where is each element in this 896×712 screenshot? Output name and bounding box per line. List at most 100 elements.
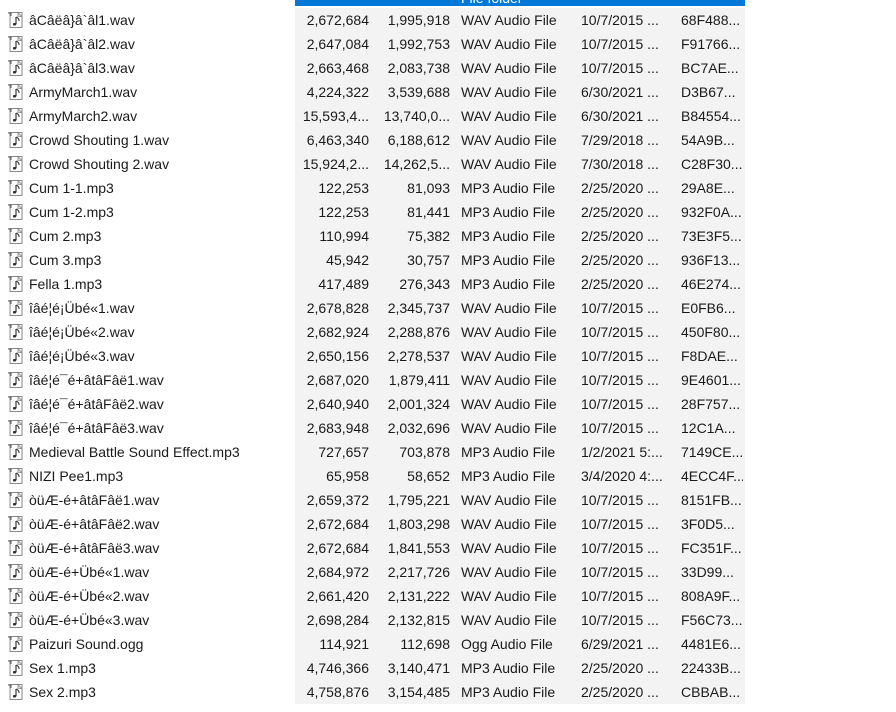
file-size: 727,657 — [318, 444, 369, 460]
file-hash: 7149CE... — [681, 444, 743, 460]
audio-file-icon — [7, 299, 25, 317]
file-size: 2,683,948 — [306, 420, 369, 436]
file-row[interactable]: òüÆ-é+âtâFâë2.wav 2,672,684 1,803,298 WAV A… — [0, 512, 745, 536]
file-row[interactable]: òüÆ-é+âtâFâë3.wav 2,672,684 1,841,553 WAV A… — [0, 536, 745, 560]
file-hash: 33D99... — [681, 564, 734, 580]
file-name[interactable]: âCâëâ}â`âl1.wav — [29, 11, 135, 29]
file-size: 122,253 — [318, 204, 369, 220]
file-type: WAV Audio File — [461, 84, 557, 100]
file-name[interactable]: Crowd Shouting 1.wav — [29, 131, 169, 149]
file-value: 1,803,298 — [387, 516, 450, 532]
file-row[interactable]: Cum 2.mp3 110,994 75,382 MP3 Audio File 2/25… — [0, 224, 745, 248]
name-cell: Cum 2.mp3 — [0, 224, 295, 248]
file-date: 10/7/2015 ... — [581, 300, 659, 316]
file-row[interactable]: ArmyMarch1.wav 4,224,322 3,539,688 WAV Audi… — [0, 80, 745, 104]
file-row[interactable]: Crowd Shouting 1.wav 6,463,340 6,188,612 WA… — [0, 128, 745, 152]
file-type: MP3 Audio File — [461, 684, 556, 700]
audio-file-icon — [7, 11, 25, 29]
file-type: WAV Audio File — [461, 612, 557, 628]
name-cell: òüÆ-é+Übé«1.wav — [0, 560, 295, 584]
file-row[interactable]: âCâëâ}â`âl3.wav 2,663,468 2,083,738 WAV Aud… — [0, 56, 745, 80]
file-name[interactable]: îâé¦é¡Übé«1.wav — [29, 299, 135, 317]
file-date: 10/7/2015 ... — [581, 564, 659, 580]
file-name[interactable]: Cum 1-1.mp3 — [29, 179, 114, 197]
file-name[interactable]: âCâëâ}â`âl2.wav — [29, 35, 135, 53]
file-row[interactable]: Medieval Battle Sound Effect.mp3 727,657 7… — [0, 440, 745, 464]
file-row[interactable]: òüÆ-é+Übé«1.wav 2,684,972 2,217,726 WAV Aud… — [0, 560, 745, 584]
file-row[interactable]: îâé¦é¡Übé«1.wav 2,678,828 2,345,737 WAV Aud… — [0, 296, 745, 320]
file-list: File folder âCâëâ}â`âl1.wav 2,672,684 1,99… — [0, 0, 745, 712]
file-name[interactable]: òüÆ-é+âtâFâë2.wav — [29, 515, 159, 533]
file-hash: 932F0A... — [681, 204, 742, 220]
file-row[interactable]: òüÆ-é+Übé«3.wav 2,698,284 2,132,815 WAV Aud… — [0, 608, 745, 632]
file-type: WAV Audio File — [461, 396, 557, 412]
file-date: 10/7/2015 ... — [581, 60, 659, 76]
file-name[interactable]: îâé¦é¯é+âtâFâë3.wav — [29, 419, 164, 437]
name-cell: òüÆ-é+Übé«2.wav — [0, 584, 295, 608]
file-name[interactable]: Cum 2.mp3 — [29, 227, 101, 245]
file-row[interactable]: Cum 3.mp3 45,942 30,757 MP3 Audio File 2/25/… — [0, 248, 745, 272]
file-row[interactable]: òüÆ-é+âtâFâë1.wav 2,659,372 1,795,221 WAV A… — [0, 488, 745, 512]
file-name[interactable]: îâé¦é¡Übé«3.wav — [29, 347, 135, 365]
file-name[interactable]: Cum 1-2.mp3 — [29, 203, 114, 221]
file-row[interactable]: Cum 1-1.mp3 122,253 81,093 MP3 Audio File 2/… — [0, 176, 745, 200]
audio-file-icon — [7, 371, 25, 389]
selected-row[interactable]: File folder — [295, 0, 745, 6]
file-row[interactable]: îâé¦é¯é+âtâFâë3.wav 2,683,948 2,032,696 WAV… — [0, 416, 745, 440]
file-date: 7/30/2018 ... — [581, 156, 659, 172]
file-name[interactable]: ArmyMarch1.wav — [29, 83, 137, 101]
file-name[interactable]: Sex 1.mp3 — [29, 659, 96, 677]
file-size: 2,659,372 — [306, 492, 369, 508]
file-name[interactable]: NIZI Pee1.mp3 — [29, 467, 123, 485]
file-name[interactable]: ArmyMarch2.wav — [29, 107, 137, 125]
file-name[interactable]: îâé¦é¯é+âtâFâë2.wav — [29, 395, 164, 413]
file-size: 15,593,4... — [302, 108, 369, 124]
file-row[interactable]: îâé¦é¡Übé«2.wav 2,682,924 2,288,876 WAV Aud… — [0, 320, 745, 344]
file-row[interactable]: îâé¦é¡Übé«3.wav 2,650,156 2,278,537 WAV Aud… — [0, 344, 745, 368]
file-size: 15,924,2... — [302, 156, 369, 172]
file-hash: FC351F... — [681, 540, 742, 556]
file-name[interactable]: òüÆ-é+Übé«2.wav — [29, 587, 149, 605]
file-name[interactable]: òüÆ-é+âtâFâë3.wav — [29, 539, 159, 557]
file-row[interactable]: îâé¦é¯é+âtâFâë2.wav 2,640,940 2,001,324 WAV… — [0, 392, 745, 416]
file-row[interactable]: Paizuri Sound.ogg 114,921 112,698 Ogg Audio… — [0, 632, 745, 656]
file-name[interactable]: òüÆ-é+Übé«3.wav — [29, 611, 149, 629]
file-name[interactable]: Paizuri Sound.ogg — [29, 635, 143, 653]
file-type: WAV Audio File — [461, 324, 557, 340]
file-name[interactable]: âCâëâ}â`âl3.wav — [29, 59, 135, 77]
file-name[interactable]: îâé¦é¡Übé«2.wav — [29, 323, 135, 341]
file-row[interactable]: Cum 1-2.mp3 122,253 81,441 MP3 Audio File 2/… — [0, 200, 745, 224]
file-name[interactable]: îâé¦é¯é+âtâFâë1.wav — [29, 371, 164, 389]
file-type: MP3 Audio File — [461, 660, 556, 676]
file-date: 7/29/2018 ... — [581, 132, 659, 148]
file-row[interactable]: Sex 1.mp3 4,746,366 3,140,471 MP3 Audio Fil… — [0, 656, 745, 680]
file-name[interactable]: Fella 1.mp3 — [29, 275, 102, 293]
file-row[interactable]: ArmyMarch2.wav 15,593,4... 13,740,0... WAV … — [0, 104, 745, 128]
file-name[interactable]: Cum 3.mp3 — [29, 251, 101, 269]
file-type: WAV Audio File — [461, 60, 557, 76]
file-row[interactable]: îâé¦é¯é+âtâFâë1.wav 2,687,020 1,879,411 WAV… — [0, 368, 745, 392]
audio-file-icon — [7, 227, 25, 245]
file-row[interactable]: Fella 1.mp3 417,489 276,343 MP3 Audio File 2… — [0, 272, 745, 296]
file-date: 10/7/2015 ... — [581, 540, 659, 556]
file-value: 1,795,221 — [387, 492, 450, 508]
file-size: 4,746,366 — [306, 660, 369, 676]
audio-file-icon — [7, 491, 25, 509]
file-row[interactable]: òüÆ-é+Übé«2.wav 2,661,420 2,131,222 WAV Aud… — [0, 584, 745, 608]
file-row[interactable]: âCâëâ}â`âl2.wav 2,647,084 1,992,753 WAV Aud… — [0, 32, 745, 56]
file-size: 65,958 — [326, 468, 369, 484]
file-value: 1,995,918 — [387, 12, 450, 28]
file-row[interactable]: NIZI Pee1.mp3 65,958 58,652 MP3 Audio File 3… — [0, 464, 745, 488]
file-value: 2,131,222 — [387, 588, 450, 604]
file-name[interactable]: Crowd Shouting 2.wav — [29, 155, 169, 173]
file-name[interactable]: Sex 2.mp3 — [29, 683, 96, 701]
file-row[interactable]: Sex 2.mp3 4,758,876 3,154,485 MP3 Audio Fil… — [0, 680, 745, 704]
file-row[interactable]: âCâëâ}â`âl1.wav 2,672,684 1,995,918 WAV Aud… — [0, 8, 745, 32]
name-cell: òüÆ-é+Übé«3.wav — [0, 608, 295, 632]
file-type: Ogg Audio File — [461, 636, 553, 652]
file-name[interactable]: Medieval Battle Sound Effect.mp3 — [29, 443, 240, 461]
file-row[interactable]: Crowd Shouting 2.wav 15,924,2... 14,262,5.… — [0, 152, 745, 176]
file-name[interactable]: òüÆ-é+Übé«1.wav — [29, 563, 149, 581]
file-name[interactable]: òüÆ-é+âtâFâë1.wav — [29, 491, 159, 509]
file-hash: 4481E6... — [681, 636, 741, 652]
